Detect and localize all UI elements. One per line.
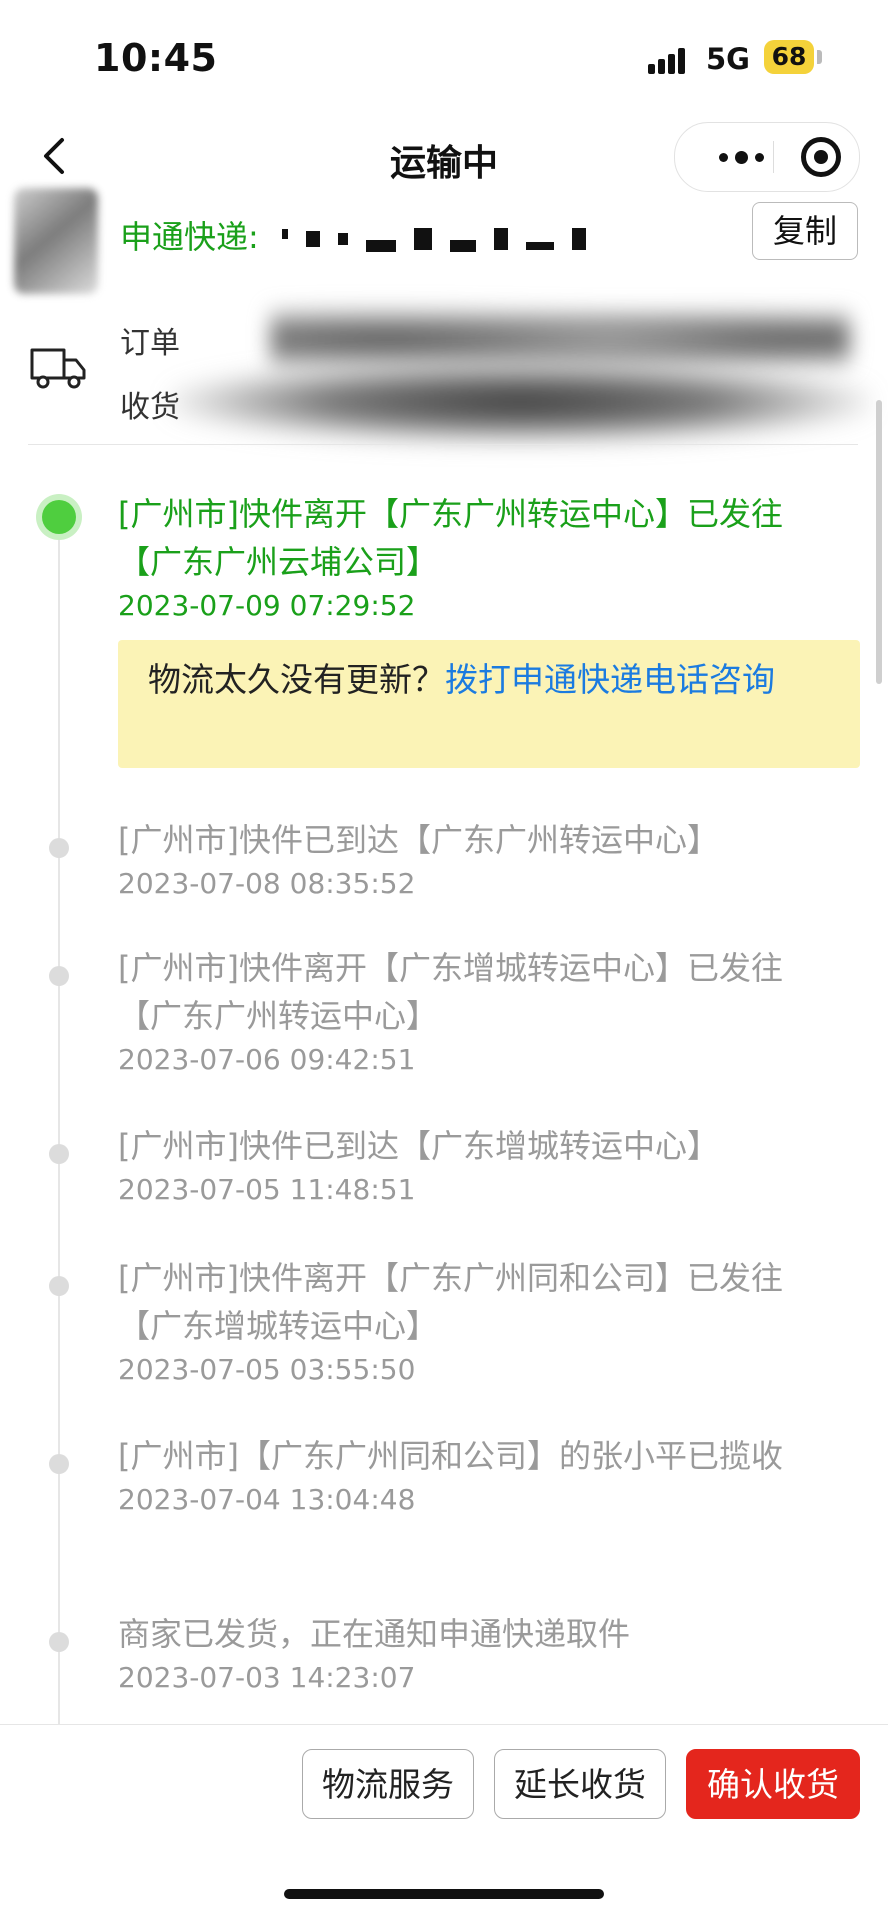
timeline-time: 2023-07-09 07:29:52 bbox=[118, 589, 416, 622]
timeline-text: [广州市]【广东广州同和公司】的张小平已揽收 2023-07-04 13:04:… bbox=[118, 1432, 838, 1520]
timeline-time: 2023-07-05 11:48:51 bbox=[118, 1173, 416, 1206]
timeline-dot-active-icon bbox=[42, 500, 76, 534]
divider bbox=[28, 444, 858, 445]
timeline-description: [广州市]快件离开【广东增城转运中心】已发往【广东广州转运中心】 bbox=[118, 949, 783, 1035]
network-type: 5G bbox=[706, 42, 750, 76]
home-indicator[interactable] bbox=[284, 1889, 604, 1899]
nav-bar: 运输中 bbox=[0, 110, 888, 206]
tracking-number-masked bbox=[282, 224, 612, 254]
update-notice: 物流太久没有更新？拨打申通快递电话咨询 bbox=[118, 640, 860, 768]
timeline-text: [广州市]快件已到达【广东广州转运中心】 2023-07-08 08:35:52 bbox=[118, 816, 838, 904]
timeline-description: [广州市]【广东广州同和公司】的张小平已揽收 bbox=[118, 1437, 783, 1475]
timeline-text: [广州市]快件已到达【广东增城转运中心】 2023-07-05 11:48:51 bbox=[118, 1122, 838, 1210]
timeline-description: 商家已发货，正在通知申通快递取件 bbox=[118, 1615, 631, 1653]
truck-icon bbox=[30, 348, 86, 389]
timeline-time: 2023-07-04 13:04:48 bbox=[118, 1483, 416, 1516]
timeline-text: [广州市]快件离开【广东广州转运中心】已发往【广东广州云埔公司】 2023-07… bbox=[118, 490, 838, 626]
timeline-description: [广州市]快件离开【广东广州转运中心】已发往【广东广州云埔公司】 bbox=[118, 495, 783, 581]
signal-icon bbox=[648, 46, 694, 74]
redacted-address-info bbox=[170, 362, 870, 442]
status-bar: 10:45 5G 68 bbox=[0, 0, 888, 110]
mini-program-capsule bbox=[674, 122, 860, 192]
timeline-dot-icon bbox=[49, 838, 69, 858]
courier-name: 申通快递: bbox=[120, 218, 259, 256]
status-time: 10:45 bbox=[94, 36, 218, 80]
logistics-service-button[interactable]: 物流服务 bbox=[302, 1749, 474, 1819]
timeline-description: [广州市]快件离开【广东广州同和公司】已发往【广东增城转运中心】 bbox=[118, 1259, 783, 1345]
courier-avatar bbox=[14, 188, 98, 294]
battery-tip bbox=[817, 50, 822, 64]
timeline-dot-icon bbox=[49, 1144, 69, 1164]
timeline-time: 2023-07-05 03:55:50 bbox=[118, 1353, 416, 1386]
call-courier-link[interactable]: 拨打申通快递电话咨询 bbox=[445, 660, 775, 699]
timeline-dot-icon bbox=[49, 966, 69, 986]
order-number-label: 订单 bbox=[120, 326, 180, 361]
copy-tracking-button[interactable]: 复制 bbox=[752, 202, 858, 260]
mini-program-close-icon[interactable] bbox=[801, 137, 841, 177]
timeline-time: 2023-07-08 08:35:52 bbox=[118, 867, 416, 900]
timeline-dot-icon bbox=[49, 1454, 69, 1474]
timeline-text: 商家已发货，正在通知申通快递取件 2023-07-03 14:23:07 bbox=[118, 1610, 838, 1698]
timeline-text: [广州市]快件离开【广东广州同和公司】已发往【广东增城转运中心】 2023-07… bbox=[118, 1254, 838, 1390]
timeline-text: [广州市]快件离开【广东增城转运中心】已发往【广东广州转运中心】 2023-07… bbox=[118, 944, 838, 1080]
timeline-dot-icon bbox=[49, 1632, 69, 1652]
timeline-time: 2023-07-03 14:23:07 bbox=[118, 1661, 416, 1694]
timeline-description: [广州市]快件已到达【广东增城转运中心】 bbox=[118, 1127, 719, 1165]
notice-text: 物流太久没有更新？ bbox=[148, 660, 445, 699]
address-section: 订单 收货 bbox=[0, 296, 888, 446]
confirm-receipt-button[interactable]: 确认收货 bbox=[686, 1749, 860, 1819]
extend-receipt-button[interactable]: 延长收货 bbox=[494, 1749, 666, 1819]
timeline-line bbox=[58, 512, 60, 1772]
battery-icon: 68 bbox=[764, 40, 814, 74]
timeline-dot-icon bbox=[49, 1276, 69, 1296]
more-dots-icon[interactable] bbox=[699, 123, 783, 191]
courier-row: 申通快递: 复制 bbox=[0, 188, 888, 296]
timeline-time: 2023-07-06 09:42:51 bbox=[118, 1043, 416, 1076]
capsule-divider bbox=[773, 141, 774, 173]
bottom-action-bar: 物流服务 延长收货 确认收货 bbox=[0, 1724, 888, 1921]
timeline-description: [广州市]快件已到达【广东广州转运中心】 bbox=[118, 821, 719, 859]
